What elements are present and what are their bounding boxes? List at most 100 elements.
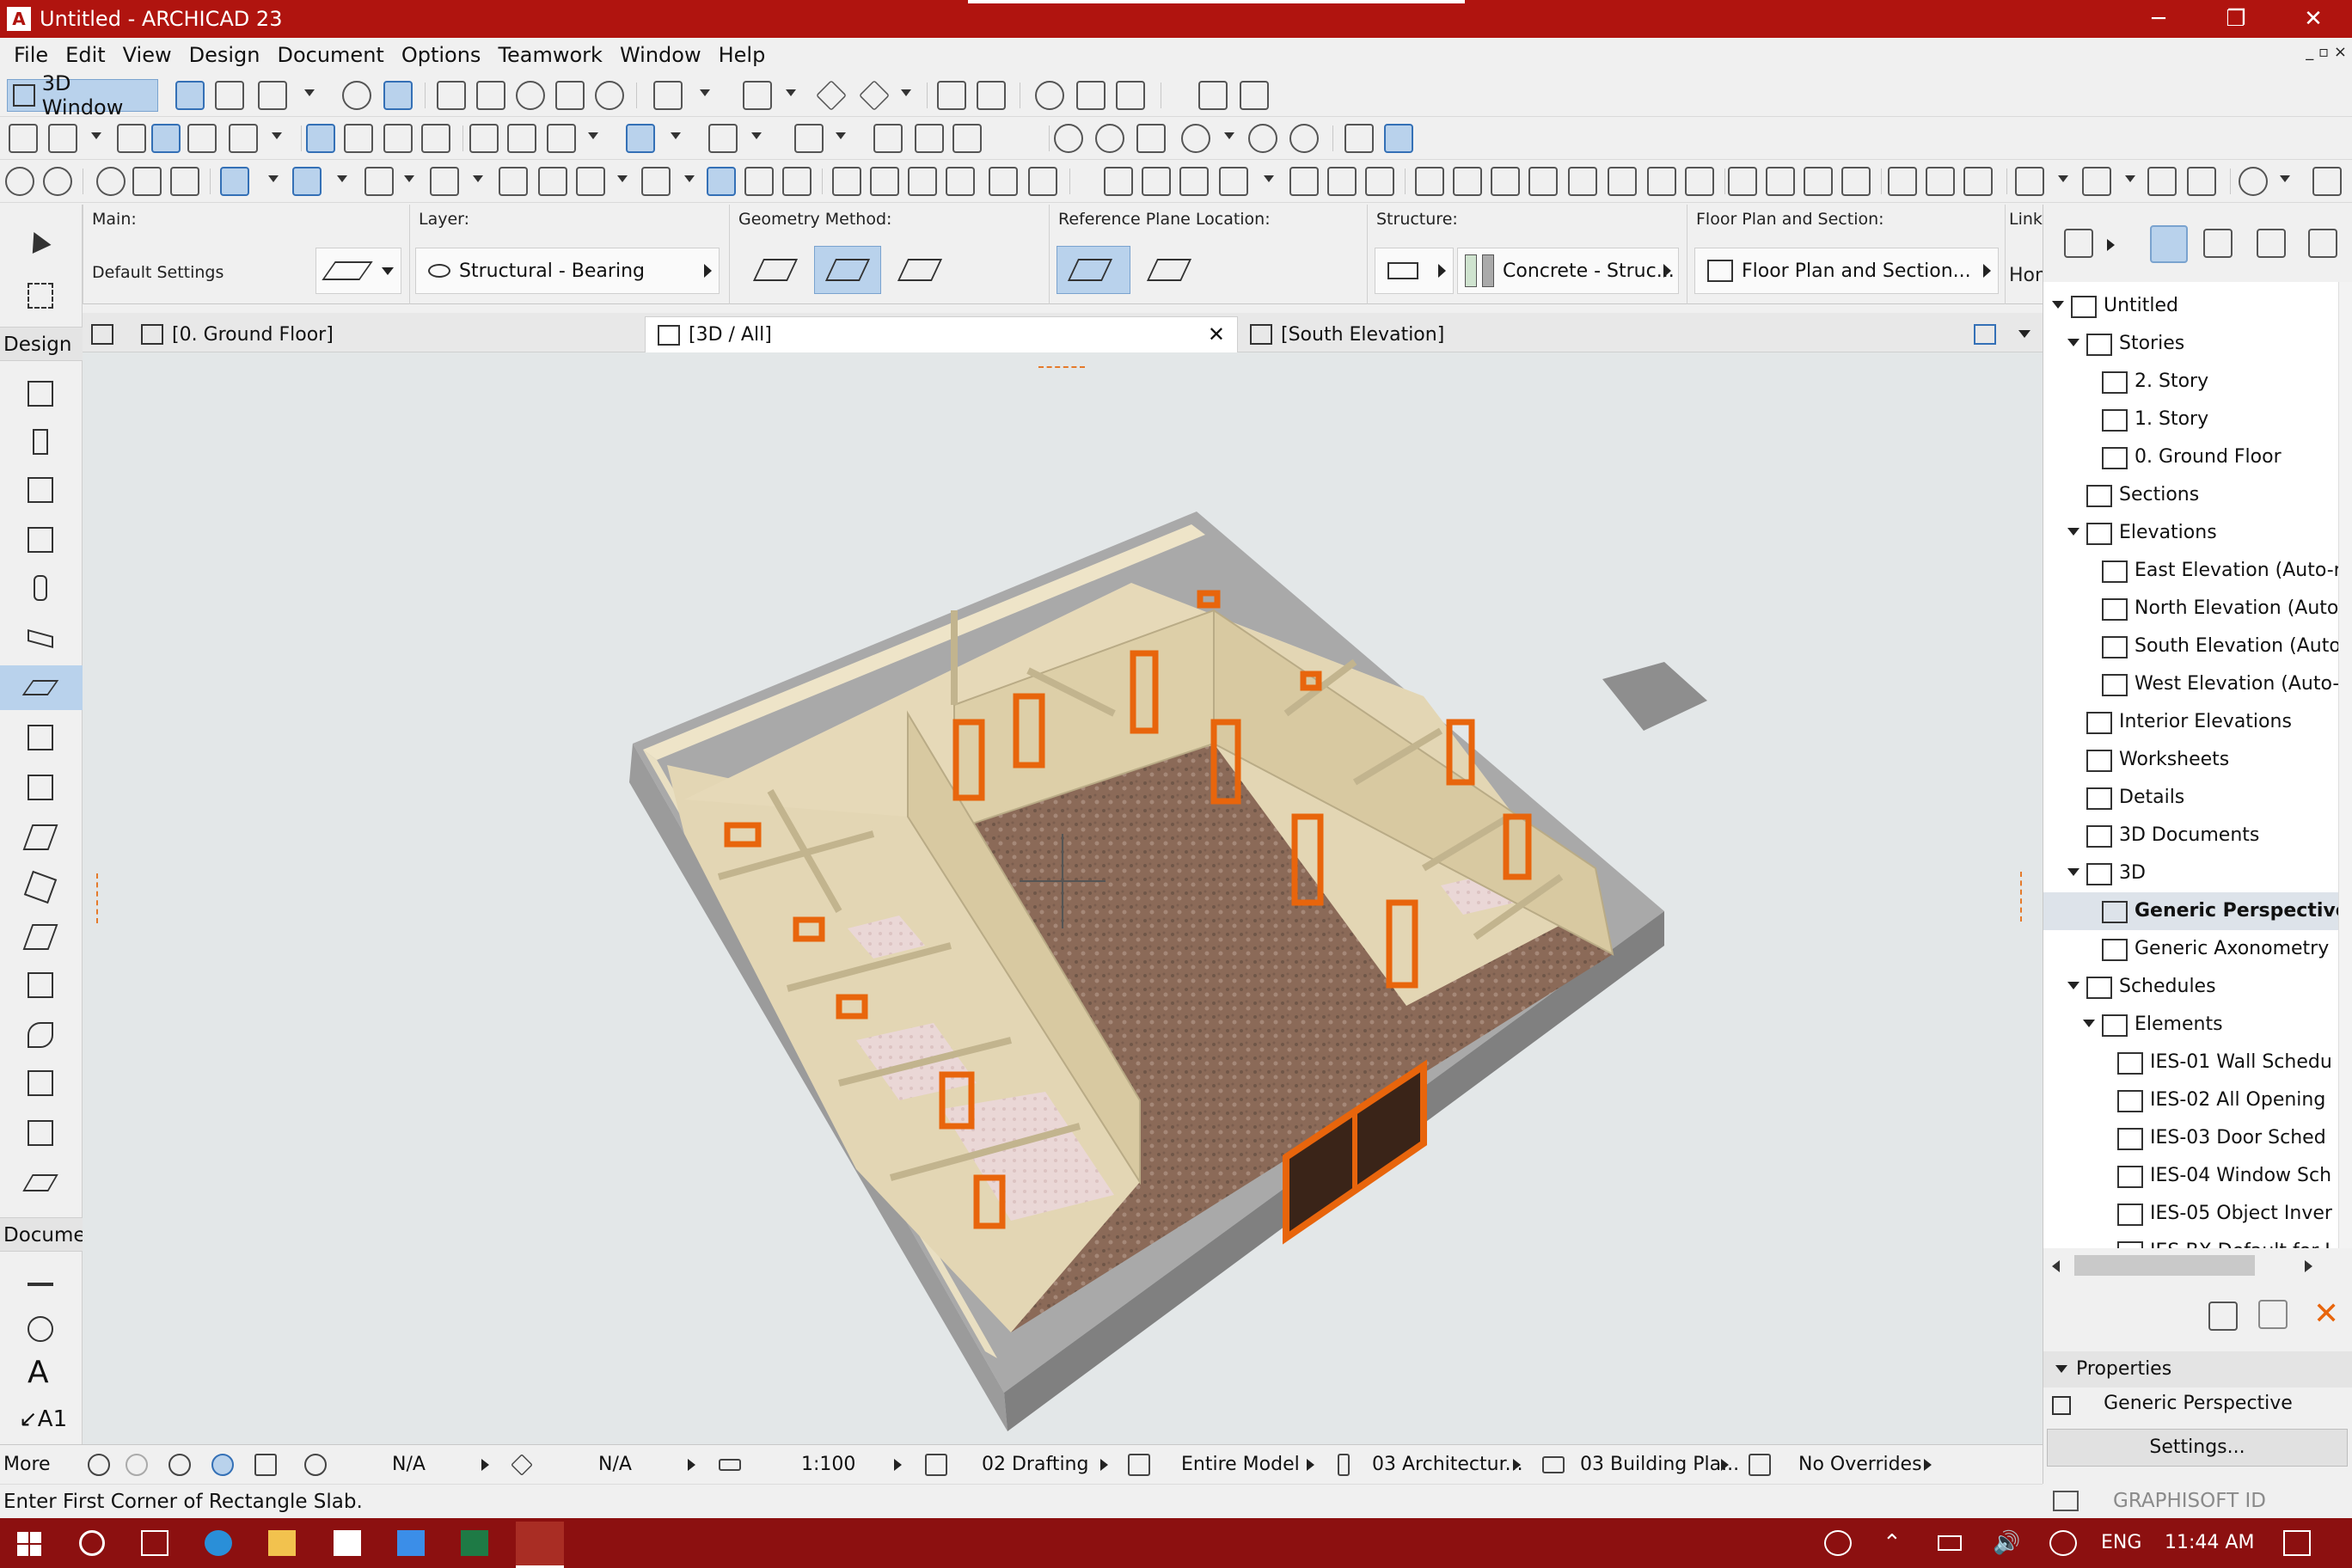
graphisoft-id-icon[interactable] <box>2053 1491 2079 1511</box>
excel-icon[interactable] <box>461 1530 488 1556</box>
clock[interactable]: 11:44 AM <box>2165 1518 2254 1568</box>
navigator-popup-icon[interactable] <box>2064 229 2093 258</box>
network-globe-icon[interactable] <box>2049 1530 2077 1556</box>
zoom-status-icon[interactable] <box>168 1454 191 1476</box>
slab-tool[interactable] <box>0 665 83 710</box>
syringe-icon[interactable] <box>170 167 199 196</box>
navigator-item[interactable]: IES-01 Wall Schedu <box>2043 1044 2352 1081</box>
menu-window[interactable]: Window <box>611 43 710 67</box>
plane-icon[interactable] <box>499 167 528 196</box>
magic-wand-icon[interactable] <box>708 124 738 153</box>
chevron-down-icon[interactable] <box>337 175 347 182</box>
snap-guide-icon[interactable] <box>292 167 322 196</box>
model-view-options-icon[interactable] <box>1542 1456 1565 1473</box>
group-icon[interactable] <box>576 167 605 196</box>
tab-list-button[interactable] <box>1962 316 2039 352</box>
wall-ends-icon[interactable] <box>1528 167 1558 196</box>
chevron-right-icon[interactable] <box>1513 1459 1521 1471</box>
menu-view[interactable]: View <box>114 43 181 67</box>
expand-chevron-icon[interactable] <box>2067 339 2079 346</box>
menu-design[interactable]: Design <box>181 43 269 67</box>
clone-view-icon[interactable] <box>2258 1300 2288 1329</box>
minimize-button[interactable]: ─ <box>2120 0 2197 38</box>
trace-icon[interactable] <box>794 124 824 153</box>
pen-set-icon[interactable] <box>1338 1454 1350 1476</box>
level-dimension-tool[interactable] <box>15 1307 65 1351</box>
walk-icon[interactable] <box>342 81 371 110</box>
edge-browser-icon[interactable] <box>205 1530 232 1556</box>
compare-icon[interactable] <box>952 124 982 153</box>
marquee-icon[interactable] <box>815 79 848 112</box>
detached-slab[interactable] <box>1602 662 1707 731</box>
project-map-icon[interactable] <box>2150 225 2188 263</box>
vertical-plane-icon[interactable] <box>538 167 567 196</box>
undo-icon[interactable] <box>5 167 34 196</box>
navigator-item[interactable]: IES-02 All Opening <box>2043 1081 2352 1119</box>
3d-window-button[interactable]: 3D Window <box>7 71 158 119</box>
view-map-icon[interactable] <box>2203 229 2233 258</box>
connect-icon[interactable] <box>1766 167 1795 196</box>
layer-combo-icon[interactable] <box>925 1454 947 1476</box>
column-tool[interactable] <box>15 420 65 464</box>
navigator-item[interactable]: Elevations <box>2043 514 2352 552</box>
guide-lines-icon[interactable] <box>306 124 335 153</box>
mdi-controls[interactable]: _ ▫ × <box>2306 43 2347 61</box>
chevron-down-icon[interactable] <box>1264 175 1274 182</box>
3d-viewport[interactable] <box>83 352 2043 1444</box>
redo-icon[interactable] <box>43 167 72 196</box>
door-tool[interactable] <box>15 468 65 512</box>
arc-icon[interactable] <box>547 124 576 153</box>
eraser-icon[interactable] <box>421 124 450 153</box>
window-tool[interactable] <box>15 518 65 562</box>
chevron-down-icon[interactable] <box>2058 175 2068 182</box>
axonometry-icon[interactable] <box>215 81 244 110</box>
favorites-dropdown[interactable] <box>315 248 401 294</box>
intersect-icon[interactable] <box>946 167 975 196</box>
close-window-button[interactable]: ✕ <box>2275 0 2352 38</box>
wall-tool[interactable] <box>15 371 65 416</box>
filter-elements-icon[interactable] <box>476 81 505 110</box>
expand-chevron-icon[interactable] <box>2052 301 2064 309</box>
railing-tool[interactable] <box>15 765 65 810</box>
chevron-right-icon[interactable] <box>688 1459 695 1471</box>
navigator-item[interactable]: East Elevation (Auto-r <box>2043 552 2352 590</box>
roof-tool[interactable] <box>15 616 65 660</box>
roof-trim-icon[interactable] <box>1028 167 1057 196</box>
expand-chevron-icon[interactable] <box>2083 1020 2095 1027</box>
find-select-icon[interactable] <box>96 167 126 196</box>
dimension-tool[interactable] <box>15 1262 65 1307</box>
windows-start-icon[interactable] <box>17 1532 41 1556</box>
modify-icon[interactable] <box>1804 167 1833 196</box>
explode-icon[interactable] <box>1453 167 1482 196</box>
chevron-right-icon[interactable] <box>1721 1459 1729 1471</box>
chevron-down-icon[interactable] <box>700 89 710 96</box>
chevron-right-icon[interactable] <box>481 1459 489 1471</box>
coordinates-icon[interactable] <box>364 167 394 196</box>
tray-chevron-up-icon[interactable]: ⌃ <box>1883 1518 1902 1568</box>
zoom-level-icon[interactable] <box>304 1454 327 1476</box>
dimension-chain-icon[interactable] <box>1926 167 1955 196</box>
menu-file[interactable]: File <box>5 43 57 67</box>
navigator-item[interactable]: Generic Axonometry <box>2043 930 2352 968</box>
layer-settings-icon[interactable] <box>653 81 683 110</box>
navigator-item[interactable]: Generic Perspective <box>2043 892 2352 930</box>
zoom-in-icon[interactable] <box>1054 124 1083 153</box>
layer-combination-value[interactable]: 02 Drafting <box>982 1445 1088 1485</box>
toolbox-design-header[interactable]: Design <box>0 327 83 361</box>
arrange-icon[interactable] <box>2015 167 2044 196</box>
menu-help[interactable]: Help <box>710 43 775 67</box>
beam-tool[interactable] <box>15 566 65 610</box>
chevron-down-icon[interactable] <box>588 132 598 139</box>
chevron-down-icon[interactable] <box>836 132 846 139</box>
adjust-surface-icon[interactable] <box>1841 167 1871 196</box>
perspective-icon[interactable] <box>175 81 205 110</box>
zoom-value-1[interactable]: N/A <box>392 1445 426 1485</box>
stretch-icon[interactable] <box>1327 167 1357 196</box>
file-explorer-icon[interactable] <box>268 1530 296 1556</box>
people-icon[interactable] <box>1824 1530 1852 1556</box>
geometry-rectangle-button[interactable] <box>742 246 809 294</box>
morph-tool[interactable] <box>15 865 65 910</box>
redo-view-icon[interactable] <box>126 1454 148 1476</box>
navigator-item[interactable]: 3D <box>2043 854 2352 892</box>
battery-icon[interactable] <box>1938 1535 1962 1551</box>
